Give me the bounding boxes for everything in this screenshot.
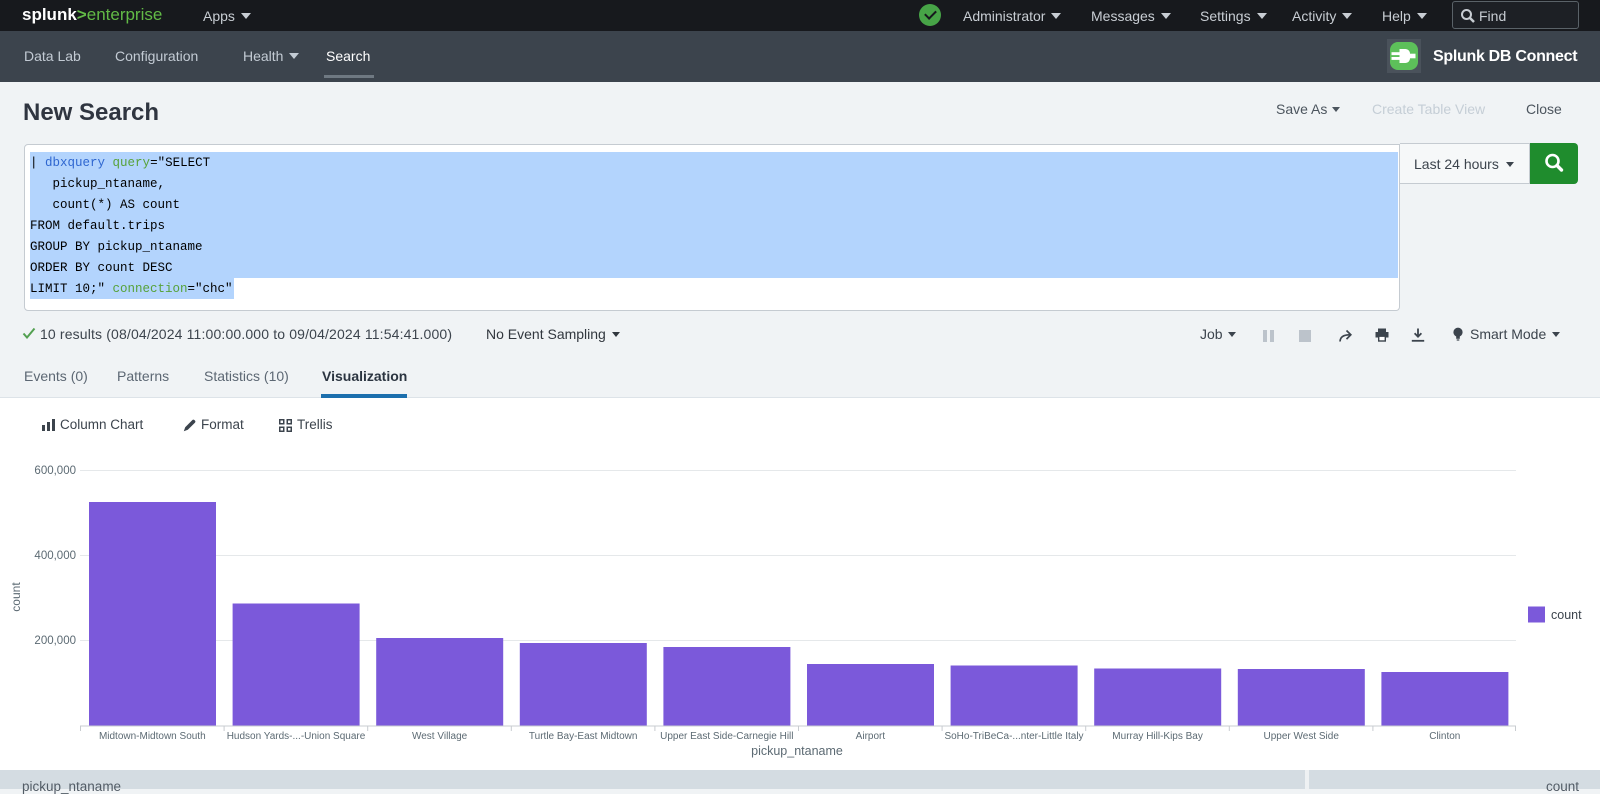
- svg-text:600,000: 600,000: [34, 465, 76, 477]
- svg-text:Midtown-Midtown South: Midtown-Midtown South: [99, 731, 206, 742]
- svg-text:West Village: West Village: [412, 731, 468, 742]
- svg-text:SoHo-TriBeCa-...nter-Little It: SoHo-TriBeCa-...nter-Little Italy: [944, 731, 1083, 742]
- svg-text:200,000: 200,000: [34, 635, 76, 647]
- svg-text:Murray Hill-Kips Bay: Murray Hill-Kips Bay: [1112, 731, 1203, 742]
- svg-text:Airport: Airport: [856, 731, 886, 742]
- svg-text:Upper East Side-Carnegie Hill: Upper East Side-Carnegie Hill: [660, 731, 793, 742]
- svg-text:Turtle Bay-East Midtown: Turtle Bay-East Midtown: [529, 731, 638, 742]
- svg-text:Upper West Side: Upper West Side: [1263, 731, 1339, 742]
- svg-text:Clinton: Clinton: [1429, 731, 1460, 742]
- svg-text:count: count: [1551, 608, 1582, 622]
- svg-text:count: count: [9, 582, 23, 612]
- svg-text:Hudson Yards-...-Union Square: Hudson Yards-...-Union Square: [227, 731, 366, 742]
- svg-text:pickup_ntaname: pickup_ntaname: [751, 744, 843, 758]
- svg-text:400,000: 400,000: [34, 550, 76, 562]
